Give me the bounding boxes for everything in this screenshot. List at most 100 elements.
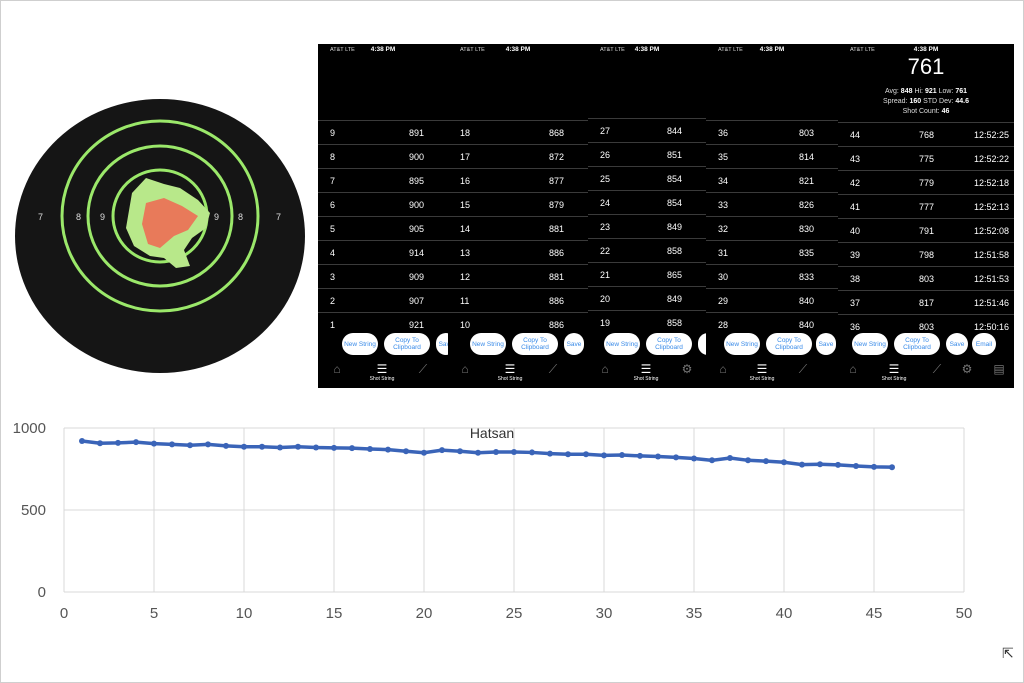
new-string-button[interactable]: New String <box>852 333 888 355</box>
list-item[interactable]: 43 775 12:52:22 <box>838 146 1014 170</box>
tab-shot-string[interactable]: ☰ Shot String <box>740 362 784 382</box>
clock-label: 4:38 PM <box>634 46 660 53</box>
x-tick-label: 25 <box>506 605 523 622</box>
list-item[interactable]: 37 817 12:51:46 <box>838 290 1014 314</box>
list-item[interactable]: 10 886 <box>448 312 588 336</box>
gear-icon: ⚙ <box>961 362 973 376</box>
tab-home[interactable]: ⌂ <box>708 362 738 376</box>
list-item[interactable]: 5 905 <box>318 216 448 240</box>
x-tick-label: 45 <box>866 605 883 622</box>
list-item[interactable]: 39 798 12:51:58 <box>838 242 1014 266</box>
list-item[interactable]: 9 891 <box>318 120 448 144</box>
list-item[interactable]: 16 877 <box>448 168 588 192</box>
copy-to-clipboard-button[interactable]: Copy To Clipboard <box>894 333 940 355</box>
list-icon: ☰ <box>756 362 768 376</box>
data-point <box>457 448 463 455</box>
home-icon: ⌂ <box>849 362 857 376</box>
list-item[interactable]: 40 791 12:52:08 <box>838 218 1014 242</box>
list-item[interactable]: 24 854 <box>588 190 706 214</box>
list-item[interactable]: 17 872 <box>448 144 588 168</box>
phone-screen-4: AT&T LTE 4:38 PM 36 803 35 814 34 821 33 826… <box>706 44 838 388</box>
tab-shot-string[interactable]: ☰ Shot String <box>624 362 668 382</box>
data-point <box>601 452 607 459</box>
tab-shot-string[interactable]: ☰ Shot String <box>872 362 916 382</box>
new-string-button[interactable]: New String <box>724 333 760 355</box>
list-item[interactable]: 22 858 <box>588 238 706 262</box>
copy-to-clipboard-button[interactable]: Copy To Clipboard <box>766 333 812 355</box>
list-item[interactable]: 35 814 <box>706 144 838 168</box>
list-item[interactable]: 12 881 <box>448 264 588 288</box>
list-item[interactable]: 6 900 <box>318 192 448 216</box>
list-item[interactable]: 36 803 <box>706 120 838 144</box>
data-point <box>385 446 391 453</box>
list-item[interactable]: 4 914 <box>318 240 448 264</box>
list-item[interactable]: 33 826 <box>706 192 838 216</box>
copy-to-clipboard-button[interactable]: Copy To Clipboard <box>512 333 558 355</box>
tab-home[interactable]: ⌂ <box>450 362 480 376</box>
tab-shot-string[interactable]: ☰ Shot String <box>488 362 532 382</box>
list-item[interactable]: 44 768 12:52:25 <box>838 122 1014 146</box>
data-point <box>403 448 409 455</box>
list-item[interactable]: 29 840 <box>706 288 838 312</box>
list-item[interactable]: 26 851 <box>588 142 706 166</box>
mouse-cursor-icon: ⇱ <box>1002 645 1014 661</box>
tab-home[interactable]: ⌂ <box>322 362 352 376</box>
list-item[interactable]: 32 830 <box>706 216 838 240</box>
list-item[interactable]: 30 833 <box>706 264 838 288</box>
list-item[interactable]: 8 900 <box>318 144 448 168</box>
save-button[interactable]: Save <box>436 333 448 355</box>
list-item[interactable]: 27 844 <box>588 118 706 142</box>
save-button[interactable]: Save <box>816 333 836 355</box>
save-button[interactable] <box>698 333 706 355</box>
rifle-icon: ⟋ <box>798 362 808 376</box>
email-button[interactable]: Email <box>972 333 996 355</box>
tab-more[interactable]: ▤ <box>984 362 1014 376</box>
list-item[interactable]: 14 881 <box>448 216 588 240</box>
list-item[interactable]: 11 886 <box>448 288 588 312</box>
tab-rifle[interactable]: ⟋ <box>788 362 818 376</box>
save-button[interactable]: Save <box>564 333 584 355</box>
list-item[interactable]: 28 840 <box>706 312 838 336</box>
new-string-button[interactable]: New String <box>604 333 640 355</box>
list-item[interactable]: 7 895 <box>318 168 448 192</box>
list-item[interactable]: 20 849 <box>588 286 706 310</box>
tab-settings[interactable]: ⚙ <box>952 362 982 376</box>
tab-home[interactable]: ⌂ <box>590 362 620 376</box>
list-item[interactable]: 13 886 <box>448 240 588 264</box>
list-item[interactable]: 21 865 <box>588 262 706 286</box>
data-point <box>673 454 679 461</box>
list-item[interactable]: 19 858 <box>588 310 706 334</box>
data-point <box>367 445 373 452</box>
copy-to-clipboard-button[interactable]: Copy To Clipboard <box>646 333 692 355</box>
save-button[interactable]: Save <box>946 333 968 355</box>
target-label-left-9: 9 <box>100 212 105 222</box>
new-string-button[interactable]: New String <box>342 333 378 355</box>
list-item[interactable]: 38 803 12:51:53 <box>838 266 1014 290</box>
tab-rifle[interactable]: ⟋ <box>408 362 438 376</box>
data-point <box>115 439 121 446</box>
list-item[interactable]: 41 777 12:52:13 <box>838 194 1014 218</box>
list-item[interactable]: 18 868 <box>448 120 588 144</box>
list-item[interactable]: 23 849 <box>588 214 706 238</box>
clock-label: 4:38 PM <box>505 46 531 53</box>
data-point <box>781 459 787 466</box>
list-item[interactable]: 15 879 <box>448 192 588 216</box>
list-item[interactable]: 42 779 12:52:18 <box>838 170 1014 194</box>
tab-settings[interactable]: ⚙ <box>672 362 702 376</box>
new-string-button[interactable]: New String <box>470 333 506 355</box>
copy-to-clipboard-button[interactable]: Copy To Clipboard <box>384 333 430 355</box>
list-item[interactable]: 1 921 <box>318 312 448 336</box>
list-item[interactable]: 3 909 <box>318 264 448 288</box>
tab-home[interactable]: ⌂ <box>838 362 868 376</box>
shot-list: 27 844 26 851 25 854 24 854 23 849 22 858 21 86… <box>588 118 706 334</box>
series-line <box>81 439 893 469</box>
tab-rifle[interactable]: ⟋ <box>538 362 568 376</box>
list-item[interactable]: 2 907 <box>318 288 448 312</box>
list-item[interactable]: 31 835 <box>706 240 838 264</box>
tab-shot-string[interactable]: ☰ Shot String <box>360 362 404 382</box>
tab-rifle[interactable]: ⟋ <box>922 362 952 376</box>
data-point <box>817 461 823 468</box>
list-item[interactable]: 25 854 <box>588 166 706 190</box>
target-label-right-7: 7 <box>276 212 281 222</box>
list-item[interactable]: 34 821 <box>706 168 838 192</box>
